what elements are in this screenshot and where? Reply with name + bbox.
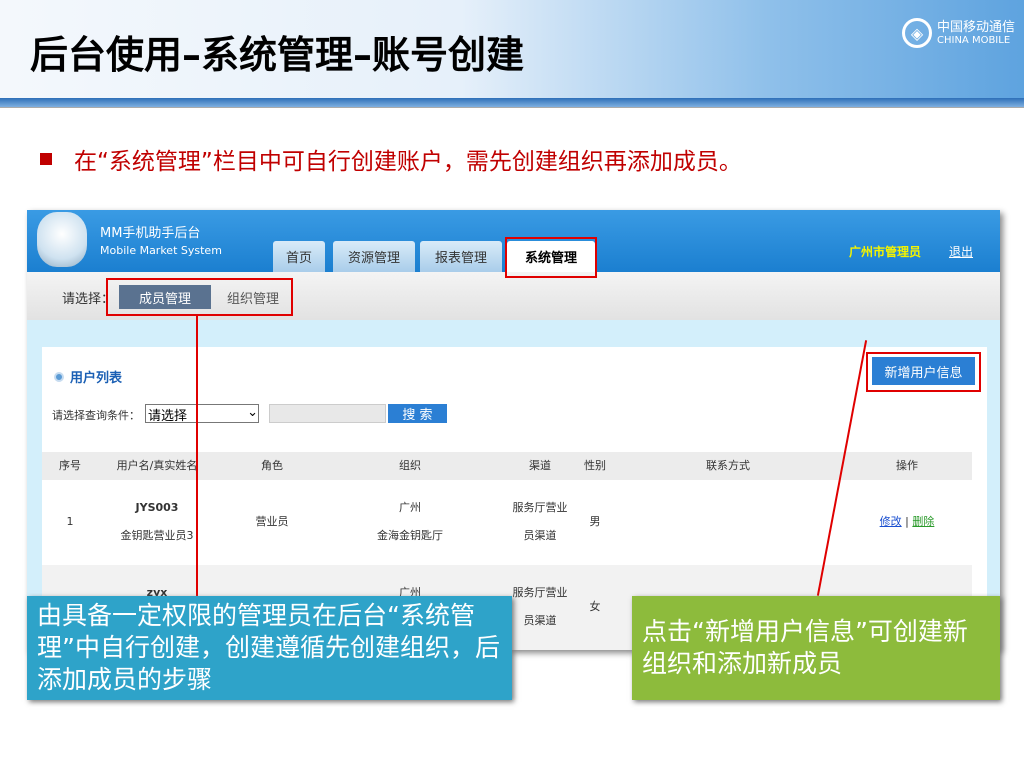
tab-resources[interactable]: 资源管理 [333, 241, 415, 272]
filter-label: 请选择查询条件： [52, 409, 140, 422]
bullet-square-icon [40, 153, 52, 165]
col-org: 组织 [399, 459, 421, 472]
cell-realname: 金钥匙营业员3 [120, 529, 194, 542]
logout-link[interactable]: 退出 [949, 243, 973, 260]
callout-right: 点击“新增用户信息”可创建新组织和添加新成员 [632, 596, 1000, 700]
separator: | [905, 515, 909, 528]
header-stripe [0, 98, 1024, 108]
slide-title: 后台使用–系统管理–账号创建 [30, 33, 525, 77]
table-header: 序号 用户名/真实姓名 角色 组织 渠道 性别 联系方式 操作 [42, 452, 972, 480]
edit-link[interactable]: 修改 [880, 515, 902, 528]
cell-org: 广州 [399, 501, 421, 514]
cell-gender: 男 [589, 515, 601, 528]
bullet-point: 在“系统管理”栏目中可自行创建账户，需先创建组织再添加成员。 [40, 142, 742, 176]
col-no: 序号 [59, 459, 81, 472]
tab-reports[interactable]: 报表管理 [420, 241, 502, 272]
app-title: MM手机助手后台 [100, 226, 201, 241]
chevron-down-icon: ⌄ [247, 405, 258, 420]
col-gender: 性别 [584, 459, 606, 472]
pointer-line-left [196, 316, 198, 616]
cell-no: 1 [66, 515, 74, 528]
robot-mascot-icon [37, 212, 87, 267]
china-mobile-logo-icon: ◈ [902, 18, 932, 48]
col-contact: 联系方式 [706, 459, 750, 472]
col-actions: 操作 [896, 459, 918, 472]
user-list-title: 用户列表 [70, 371, 123, 386]
logo-cn: 中国移动通信 [937, 19, 1016, 35]
bullet-text: 在“系统管理”栏目中可自行创建账户，需先创建组织再添加成员。 [74, 149, 742, 175]
tab-home[interactable]: 首页 [273, 241, 325, 272]
highlight-system-tab [505, 237, 597, 278]
highlight-add-button [866, 352, 981, 392]
cell-gender: 女 [589, 600, 601, 613]
bullet-dot-icon [54, 371, 64, 382]
filter-select-value: 请选择 [148, 409, 188, 424]
col-role: 角色 [261, 459, 283, 472]
cell-channel: 服务厅营业 [512, 586, 568, 599]
logo-en: CHINA MOBILE [937, 34, 1011, 46]
callout-left: 由具备一定权限的管理员在后台“系统管理”中自行创建，创建遵循先创建组织，后添加成… [27, 596, 512, 700]
col-username: 用户名/真实姓名 [116, 459, 198, 472]
delete-link[interactable]: 删除 [912, 515, 934, 528]
cell-channel-sub: 员渠道 [523, 614, 557, 627]
cell-channel: 服务厅营业 [512, 501, 568, 514]
cell-role: 营业员 [255, 515, 289, 528]
filter-select[interactable]: 请选择 ⌄ [145, 404, 259, 424]
cell-username: JYS003 [135, 501, 179, 514]
current-user: 广州市管理员 [849, 245, 922, 259]
china-mobile-logo: ◈ 中国移动通信 CHINA MOBILE [902, 18, 1015, 48]
highlight-subnav [106, 278, 293, 316]
user-list-heading: 用户列表 [54, 367, 122, 386]
col-channel: 渠道 [529, 459, 551, 472]
cell-channel-sub: 员渠道 [523, 529, 557, 542]
cell-org-sub: 金海金钥匙厅 [377, 529, 443, 542]
app-subtitle: Mobile Market System [100, 244, 222, 257]
search-input[interactable] [269, 404, 386, 423]
cell-actions: 修改 | 删除 [880, 508, 935, 536]
search-button[interactable]: 搜 索 [388, 404, 447, 423]
